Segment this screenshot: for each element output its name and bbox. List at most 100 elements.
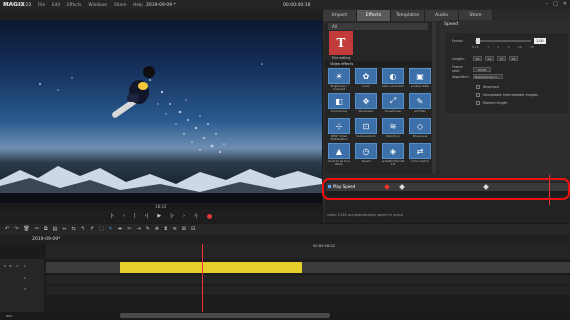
toolbar-tool-icon[interactable]: ↖ (109, 227, 113, 232)
menu-effects[interactable]: Effects (67, 2, 81, 7)
menu-windows[interactable]: Windows (88, 2, 107, 7)
selected-clip[interactable] (120, 262, 302, 273)
next-frame-button[interactable]: › (183, 214, 185, 219)
toolbar-tool-icon[interactable]: ↶ (5, 227, 9, 232)
effect-tile[interactable]: ◐ Color correction (381, 68, 405, 93)
effect-tile[interactable]: ⊹ NEW! Video Stabilization (327, 118, 351, 143)
tick-label: 10 (517, 45, 522, 49)
maximize-button[interactable]: □ (553, 1, 558, 7)
previous-frame-button[interactable]: ‹ (123, 214, 125, 219)
length-field-f[interactable]: 05 (509, 56, 518, 61)
track-2[interactable] (46, 275, 570, 284)
toolbar-tool-icon[interactable]: ⊞ (182, 227, 186, 232)
timeline-project-tab[interactable]: 2019-09-09* (32, 237, 60, 242)
effect-tile[interactable]: ☀ Brightness / Contrast (327, 68, 351, 93)
toolbar-tool-icon[interactable]: ✂ (127, 227, 131, 232)
next-marker-button[interactable]: |› (170, 214, 174, 219)
menu-edit[interactable]: Edit (52, 2, 60, 7)
effect-tile[interactable]: ≋ Distortion (381, 118, 405, 143)
effect-tile[interactable]: ▣ Lookup table (408, 68, 432, 93)
effect-tile[interactable]: ⊡ Camera/zoom (354, 118, 378, 143)
marked-length-checkbox[interactable] (476, 101, 480, 105)
close-button[interactable]: ✕ (563, 1, 567, 7)
interpolate-option[interactable]: Interpolate intermediate images (476, 93, 538, 97)
marker-in-button[interactable]: | (134, 214, 136, 219)
algorithm-dropdown[interactable]: Resampling (n... (473, 74, 503, 79)
frame-rate-label: Frame rate: (452, 65, 463, 73)
marked-length-option[interactable]: Marked length (476, 101, 507, 105)
toolbar-tool-icon[interactable]: ⬚ (99, 227, 104, 232)
factor-value[interactable]: 2.00 (534, 38, 546, 44)
go-to-start-button[interactable]: |‹ (110, 214, 114, 219)
reversed-option[interactable]: Reversed (476, 85, 499, 89)
toolbar-tool-icon[interactable]: ⇔ (62, 227, 66, 232)
project-name[interactable]: 2019-09-09 * (146, 3, 176, 8)
go-to-end-button[interactable]: ›| (194, 214, 198, 219)
toolbar-tool-icon[interactable]: ✎ (146, 227, 150, 232)
play-button[interactable]: ▶ (157, 214, 161, 219)
minimize-button[interactable]: – (546, 1, 549, 7)
effect-tile[interactable]: ◇ Sharpness (408, 118, 432, 143)
effect-label: Good to be true Black (327, 159, 351, 167)
frame-rate-field[interactable]: 30.00 (473, 66, 491, 72)
toolbar-tool-icon[interactable]: ✂ (35, 227, 39, 232)
effect-tile[interactable]: ⇄ Color match (408, 143, 432, 168)
timeline-playhead[interactable] (202, 244, 203, 312)
menu-help[interactable]: Help (133, 2, 143, 7)
algorithm-label: Algorithm: (452, 74, 470, 79)
tab-templates[interactable]: Templates (391, 10, 425, 21)
timeline-ruler[interactable] (46, 244, 570, 259)
toolbar-tool-icon[interactable]: ⬌ (118, 227, 122, 232)
effect-tile[interactable]: ◧ Chroma key (327, 93, 351, 118)
toolbar-tool-icon[interactable]: ↷ (14, 227, 18, 232)
track-lock-icon[interactable]: ⊙ (16, 264, 19, 268)
video-effects-header[interactable]: Video effects (325, 61, 433, 67)
toolbar-tool-icon[interactable]: ↱ (90, 227, 94, 232)
effect-tile[interactable]: ◈ proDAD Mercalli 2.0 (381, 143, 405, 168)
toolbar-tool-icon[interactable]: ≡ (173, 227, 177, 232)
toolbar-tool-icon[interactable]: ⇆ (71, 227, 75, 232)
effect-tile[interactable]: ✿ Color (354, 68, 378, 93)
factor-slider-knob[interactable] (476, 38, 481, 44)
toolbar-tool-icon[interactable]: ✜ (155, 227, 159, 232)
menu-share[interactable]: Share (114, 2, 126, 7)
interpolate-checkbox[interactable] (476, 93, 480, 97)
lut-icon: ▣ (409, 68, 431, 84)
title-icon: T (336, 36, 346, 50)
toolbar-tool-icon[interactable]: ⇥ (136, 227, 140, 232)
record-icon[interactable] (206, 214, 212, 219)
toolbar-tool-icon[interactable]: ▤ (53, 227, 58, 232)
effect-tile[interactable]: ◷ Speed (354, 143, 378, 168)
effects-scrollbar[interactable] (432, 22, 436, 174)
toolbar-tool-icon[interactable]: ⧉ (44, 227, 48, 232)
effect-tile[interactable]: ⤢ Transformer (381, 93, 405, 118)
length-field-s[interactable]: 37 (497, 56, 506, 61)
effect-tile[interactable]: ▲ Good to be true Black (327, 143, 351, 168)
length-field-m[interactable]: 01 (485, 56, 494, 61)
toolbar-tool-icon[interactable]: ⊟ (191, 227, 195, 232)
timeline-scrollbar[interactable] (120, 313, 330, 318)
previous-marker-button[interactable]: ‹| (145, 214, 149, 219)
title-editing-tile[interactable]: T (329, 31, 353, 55)
track-solo-icon[interactable]: S (4, 264, 6, 268)
effect-tile[interactable]: ✥ Movement (354, 93, 378, 118)
effect-label: proDAD Mercalli 2.0 (381, 159, 405, 167)
effect-label: Movement (358, 109, 374, 113)
tab-import[interactable]: Import (323, 10, 357, 21)
effects-category-dropdown[interactable]: All (328, 23, 428, 30)
track-mute-icon[interactable]: M (9, 264, 12, 268)
toolbar-tool-icon[interactable]: 🗑 (23, 227, 29, 232)
reversed-checkbox[interactable] (476, 85, 480, 89)
track-3[interactable] (46, 286, 570, 295)
toolbar-tool-icon[interactable]: ⧗ (164, 227, 168, 232)
video-preview[interactable] (0, 20, 322, 203)
toolbar-tool-icon[interactable]: ↰ (81, 227, 85, 232)
menu-file[interactable]: File (38, 2, 45, 7)
length-row: Length: 00 01 37 05 (452, 56, 518, 61)
factor-slider[interactable] (475, 40, 531, 42)
length-field-h[interactable]: 00 (473, 56, 482, 61)
tab-effects[interactable]: Effects (357, 10, 391, 21)
art-filter-icon: ✎ (409, 93, 431, 109)
title-editing-label: Title editing (331, 56, 351, 60)
effect-tile[interactable]: ✎ Art filter (408, 93, 432, 118)
